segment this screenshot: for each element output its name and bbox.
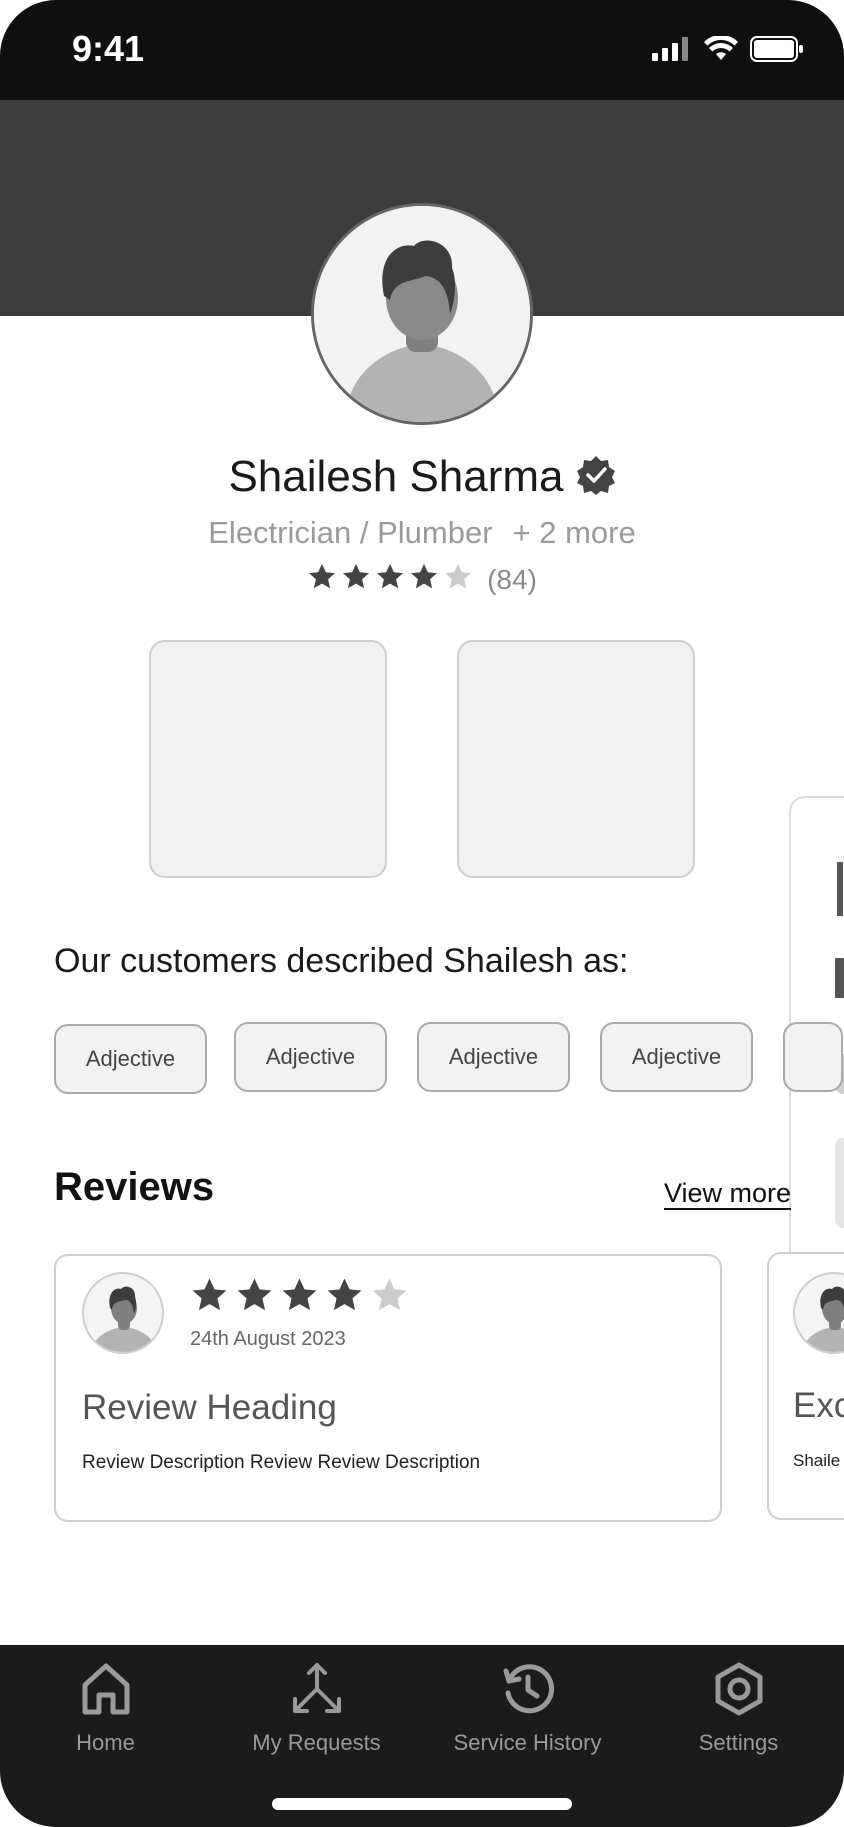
reviewer-avatar bbox=[82, 1272, 164, 1354]
star-filled-icon bbox=[375, 562, 405, 597]
requests-icon bbox=[287, 1661, 347, 1722]
star-empty-icon bbox=[443, 562, 473, 597]
status-icons bbox=[652, 34, 804, 67]
review-date: 24th August 2023 bbox=[190, 1328, 346, 1350]
review-heading: Review Heading bbox=[82, 1388, 337, 1427]
star-filled-icon bbox=[307, 562, 337, 597]
star-filled-icon bbox=[235, 1276, 274, 1320]
reviews-title: Reviews bbox=[54, 1165, 215, 1209]
rating-count: (84) bbox=[487, 563, 537, 595]
review-card[interactable]: 24th August 2023 Review Heading Review D… bbox=[54, 1254, 722, 1522]
described-title: Our customers described Shailesh as: bbox=[54, 942, 629, 980]
home-indicator[interactable] bbox=[272, 1798, 572, 1810]
side-card-glyph bbox=[837, 862, 843, 916]
adjective-chips: Adjective Adjective Adjective Adjective bbox=[54, 1022, 844, 1098]
star-empty-icon bbox=[370, 1276, 409, 1320]
wifi-icon bbox=[704, 34, 738, 67]
profile-name-row: Shailesh Sharma bbox=[0, 452, 844, 502]
adjective-chip[interactable]: Adjective bbox=[417, 1022, 570, 1092]
reviewer-avatar bbox=[793, 1272, 844, 1354]
profile-rating: (84) bbox=[0, 562, 844, 597]
profession-text: Electrician / Plumber bbox=[208, 515, 493, 550]
adjective-chip-partial[interactable] bbox=[783, 1022, 843, 1092]
review-card[interactable]: Exc Shaile truly k bbox=[767, 1252, 844, 1520]
adjective-chip[interactable]: Adjective bbox=[600, 1022, 753, 1092]
status-bar: 9:41 bbox=[0, 0, 844, 100]
nav-label: Settings bbox=[698, 1730, 779, 1755]
phone-screen: 9:41 Shailesh Sharma Electrician / Plumb… bbox=[0, 0, 844, 1827]
review-description: Shaile truly k bbox=[793, 1451, 844, 1470]
star-filled-icon bbox=[325, 1276, 364, 1320]
media-tile[interactable] bbox=[457, 640, 695, 878]
nav-label: My Requests bbox=[252, 1730, 381, 1755]
cellular-icon bbox=[652, 37, 692, 66]
adjective-chip[interactable]: Adjective bbox=[54, 1024, 207, 1094]
home-icon bbox=[80, 1661, 132, 1722]
history-icon bbox=[500, 1661, 556, 1722]
more-professions-link[interactable]: + 2 more bbox=[513, 515, 636, 551]
review-heading: Exc bbox=[793, 1386, 844, 1425]
star-filled-icon bbox=[190, 1276, 229, 1320]
status-time: 9:41 bbox=[72, 28, 145, 69]
avatar-placeholder-icon bbox=[314, 206, 530, 422]
profile-avatar bbox=[311, 203, 533, 425]
avatar-placeholder-icon bbox=[801, 1286, 844, 1352]
profession-row: Electrician / Plumber + 2 more bbox=[0, 515, 844, 551]
avatar-placeholder-icon bbox=[90, 1286, 158, 1352]
star-filled-icon bbox=[409, 562, 439, 597]
nav-item-my-requests[interactable]: My Requests bbox=[211, 1661, 422, 1756]
side-card-glyph bbox=[835, 958, 844, 998]
nav-item-home[interactable]: Home bbox=[0, 1661, 211, 1756]
review-stars bbox=[190, 1276, 409, 1320]
verified-badge-icon bbox=[576, 455, 616, 500]
nav-item-service-history[interactable]: Service History bbox=[422, 1661, 633, 1756]
star-filled-icon bbox=[341, 562, 371, 597]
battery-icon bbox=[750, 36, 804, 67]
settings-icon bbox=[711, 1661, 767, 1722]
side-card-placeholder bbox=[835, 1138, 844, 1228]
nav-item-settings[interactable]: Settings bbox=[633, 1661, 844, 1756]
nav-label: Service History bbox=[453, 1730, 602, 1755]
profile-name: Shailesh Sharma bbox=[228, 452, 564, 501]
adjective-chip[interactable]: Adjective bbox=[234, 1022, 387, 1092]
star-filled-icon bbox=[280, 1276, 319, 1320]
review-description: Review Description Review Review Descrip… bbox=[82, 1452, 481, 1473]
view-more-link[interactable]: View more bbox=[664, 1178, 791, 1209]
media-tile[interactable] bbox=[149, 640, 387, 878]
nav-label: Home bbox=[76, 1730, 135, 1755]
